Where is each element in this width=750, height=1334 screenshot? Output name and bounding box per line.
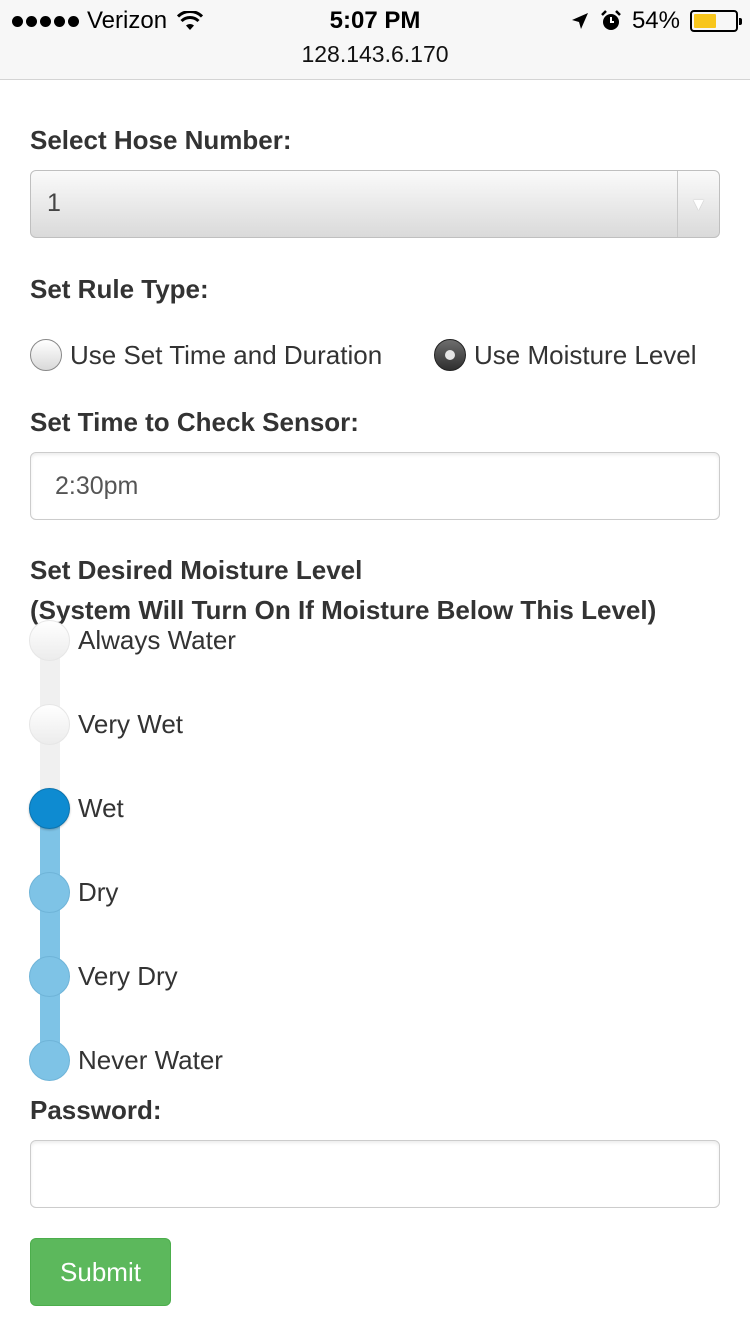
hose-number-value: 1 bbox=[47, 189, 61, 217]
check-time-input[interactable]: 2:30pm bbox=[30, 452, 720, 520]
hose-number-label: Select Hose Number: bbox=[30, 125, 292, 155]
browser-url[interactable]: 128.143.6.170 bbox=[0, 40, 750, 68]
slider-label-wet: Wet bbox=[78, 793, 124, 823]
chevron-down-icon: ▼ bbox=[677, 171, 719, 237]
status-bar: Verizon 5:07 PM 54% 128.143.6.170 bbox=[0, 0, 750, 80]
slider-stop-dry[interactable] bbox=[29, 872, 70, 913]
moisture-sublabel: (System Will Turn On If Moisture Below T… bbox=[30, 595, 657, 625]
slider-stop-never-water[interactable] bbox=[29, 1040, 70, 1081]
radio-moisture-level[interactable] bbox=[434, 339, 466, 371]
battery-percent: 54% bbox=[631, 7, 680, 34]
slider-track-active[interactable] bbox=[40, 808, 60, 1060]
submit-button[interactable]: Submit bbox=[30, 1238, 171, 1306]
slider-label-dry: Dry bbox=[78, 877, 119, 907]
check-time-label: Set Time to Check Sensor: bbox=[30, 407, 359, 437]
slider-label-very-wet: Very Wet bbox=[78, 709, 184, 739]
rule-option-label: Use Moisture Level bbox=[474, 339, 697, 370]
location-arrow-icon bbox=[571, 13, 588, 29]
password-label: Password: bbox=[30, 1095, 162, 1125]
slider-label-always-water: Always Water bbox=[78, 625, 236, 655]
rule-option-moisture-level[interactable]: Use Moisture Level bbox=[434, 336, 697, 374]
battery-fill bbox=[694, 14, 716, 28]
hose-number-select[interactable]: 1 ▼ bbox=[30, 170, 720, 238]
password-field[interactable] bbox=[30, 1140, 720, 1208]
battery-icon bbox=[690, 10, 742, 32]
slider-handle-wet[interactable] bbox=[29, 788, 70, 829]
alarm-icon bbox=[601, 10, 621, 30]
rule-option-label: Use Set Time and Duration bbox=[70, 339, 383, 370]
slider-stop-very-dry[interactable] bbox=[29, 956, 70, 997]
rule-option-time-duration[interactable]: Use Set Time and Duration bbox=[30, 336, 382, 374]
slider-stop-very-wet[interactable] bbox=[29, 704, 70, 745]
status-right: 54% bbox=[570, 6, 742, 36]
slider-stop-always-water[interactable] bbox=[29, 620, 70, 661]
rule-type-label: Set Rule Type: bbox=[30, 274, 209, 304]
slider-label-very-dry: Very Dry bbox=[78, 961, 178, 991]
moisture-label: Set Desired Moisture Level bbox=[30, 555, 363, 585]
radio-time-duration[interactable] bbox=[30, 339, 62, 371]
slider-label-never-water: Never Water bbox=[78, 1045, 223, 1075]
